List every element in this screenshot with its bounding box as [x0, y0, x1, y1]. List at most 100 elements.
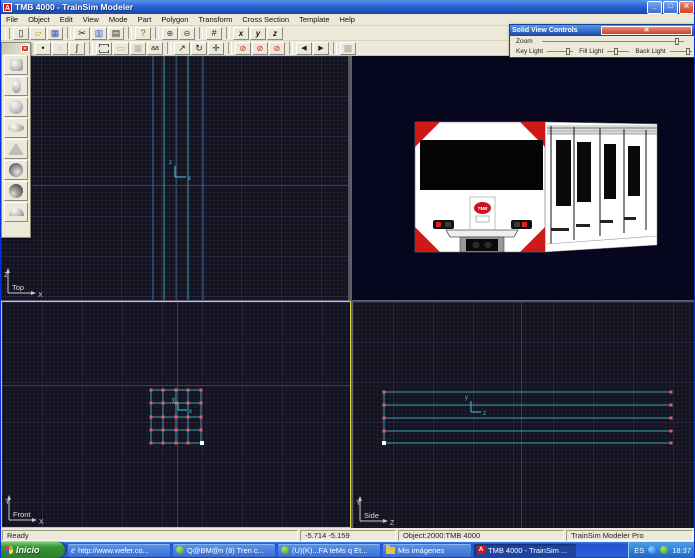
disc-tool-button[interactable]	[4, 118, 28, 138]
menu-help[interactable]: Help	[335, 15, 360, 24]
prev-part-button[interactable]: ◀	[296, 42, 312, 55]
zoom-in-icon: ⊕	[167, 28, 174, 39]
cylinder-icon	[12, 79, 21, 93]
help-button[interactable]: ?	[135, 27, 151, 40]
solid-view-controls-title-bar[interactable]: Solid View Controls ✕	[510, 25, 694, 36]
menu-template[interactable]: Template	[294, 15, 334, 24]
new-button[interactable]: ▯	[13, 27, 29, 40]
shape-palette: ✕	[1, 42, 31, 238]
axis-x-button[interactable]: x	[233, 27, 249, 40]
language-indicator[interactable]: ES	[634, 546, 644, 555]
point-tool-button[interactable]: •	[35, 42, 51, 55]
copy-button[interactable]: ▥	[91, 27, 107, 40]
fill-light-slider[interactable]	[607, 48, 629, 55]
viewport-area: z x Z Top X	[1, 56, 695, 528]
menu-edit[interactable]: Edit	[55, 15, 78, 24]
marquee-icon	[99, 44, 109, 53]
next-part-button[interactable]: ▶	[313, 42, 329, 55]
key-light-slider-thumb[interactable]	[566, 48, 570, 55]
paste-button[interactable]: ▤	[108, 27, 124, 40]
solid-view-controls-window: Solid View Controls ✕ Zoom Key Light Fil…	[509, 24, 695, 58]
messenger-icon	[281, 546, 289, 554]
toolbar-separator	[167, 42, 171, 54]
viewport-front[interactable]: y x Y Front	[1, 301, 351, 528]
geosphere-tool-button[interactable]	[4, 160, 28, 180]
save-button[interactable]: ▦	[47, 27, 63, 40]
marquee-select-button[interactable]	[96, 42, 112, 55]
cut-button[interactable]: ✂	[74, 27, 90, 40]
solid-view-controls-close-button[interactable]: ✕	[601, 26, 692, 35]
menu-file[interactable]: File	[1, 15, 23, 24]
back-light-slider[interactable]	[670, 48, 692, 55]
spline-tool-button[interactable]: ∫	[69, 42, 85, 55]
scale-tool-button[interactable]: ✛	[208, 42, 224, 55]
viewport-solid-3d[interactable]: TMB	[352, 56, 695, 300]
taskbar-item-trainsim[interactable]: A TMB 4000 - TrainSim ...	[474, 544, 576, 557]
measure-tool-button[interactable]: ▭	[113, 42, 129, 55]
zoom-slider-thumb[interactable]	[675, 38, 679, 45]
palette-title-bar[interactable]: ✕	[2, 43, 30, 54]
lock-z-button[interactable]: ⊘	[269, 42, 285, 55]
menu-view[interactable]: View	[78, 15, 104, 24]
fill-light-slider-label: Fill Light	[579, 48, 603, 55]
taskbar-item-label: http://www.wefer.co...	[78, 546, 149, 555]
axis-z-button[interactable]: z	[267, 27, 283, 40]
key-light-slider[interactable]	[547, 48, 573, 55]
menu-part[interactable]: Part	[133, 15, 157, 24]
menu-transform[interactable]: Transform	[193, 15, 237, 24]
taskbar-item-messenger-1[interactable]: Q@BM@n (8) Tren c...	[173, 544, 275, 557]
names-tool-button[interactable]: aa	[147, 42, 163, 55]
zoom-slider[interactable]	[542, 38, 684, 45]
axis-y-button[interactable]: y	[250, 27, 266, 40]
zoom-out-button[interactable]: ⊖	[179, 27, 195, 40]
open-button[interactable]: ▱	[30, 27, 46, 40]
menu-object[interactable]: Object	[23, 15, 55, 24]
selected-vertex	[200, 441, 204, 445]
palette-close-button[interactable]: ✕	[21, 45, 29, 52]
menu-cross-section[interactable]: Cross Section	[237, 15, 294, 24]
prev-arrow-icon: ◀	[301, 43, 306, 54]
windows-logo-icon	[5, 546, 13, 555]
cone-tool-button[interactable]	[4, 139, 28, 159]
svg-text:x: x	[188, 176, 191, 182]
start-button[interactable]: Inicio	[1, 542, 65, 558]
new-icon: ▯	[19, 28, 24, 39]
taskbar-item-my-pictures[interactable]: Mis imágenes	[383, 544, 471, 557]
lock-x-button[interactable]: ⊘	[235, 42, 251, 55]
back-light-slider-thumb[interactable]	[686, 48, 690, 55]
tray-messenger-icon[interactable]	[660, 546, 668, 554]
rotate-tool-button[interactable]: ↻	[191, 42, 207, 55]
zoom-in-button[interactable]: ⊕	[162, 27, 178, 40]
line-tool-button[interactable]: ↗	[174, 42, 190, 55]
taskbar-item-messenger-2[interactable]: (U)(K)...FA teMs q Et...	[278, 544, 380, 557]
dome-tool-button[interactable]	[4, 202, 28, 222]
taskbar-item-label: TMB 4000 - TrainSim ...	[488, 546, 567, 555]
fill-light-slider-thumb[interactable]	[614, 48, 618, 55]
maximize-button[interactable]: □	[663, 1, 678, 14]
weld-tool-button[interactable]: ▦	[130, 42, 146, 55]
textured-sphere-tool-button[interactable]	[4, 181, 28, 201]
minimize-button[interactable]: _	[647, 1, 662, 14]
svg-text:z: z	[483, 411, 486, 417]
box-tool-button[interactable]	[4, 55, 28, 75]
menu-mode[interactable]: Mode	[104, 15, 133, 24]
ellipse-tool-button[interactable]: ○	[52, 42, 68, 55]
hide-tool-button[interactable]: ▩	[340, 42, 356, 55]
sphere-tool-button[interactable]	[4, 97, 28, 117]
toolbar-separator	[226, 27, 230, 39]
viewport-top[interactable]: z x Z Top X	[1, 56, 350, 300]
close-button[interactable]: ✕	[679, 1, 694, 14]
taskbar-item-browser[interactable]: e http://www.wefer.co...	[68, 544, 170, 557]
taskbar-item-label: Q@BM@n (8) Tren c...	[187, 546, 264, 555]
svg-text:z: z	[169, 160, 172, 166]
grid-icon: #	[211, 28, 216, 39]
viewport-side[interactable]: y z Y Side	[353, 301, 695, 528]
lock-y-button[interactable]: ⊘	[252, 42, 268, 55]
cylinder-tool-button[interactable]	[4, 76, 28, 96]
tray-network-icon[interactable]	[648, 546, 656, 554]
clock[interactable]: 18:37	[672, 546, 691, 555]
toolbar-grip[interactable]	[5, 28, 10, 39]
menu-polygon[interactable]: Polygon	[156, 15, 193, 24]
grid-toggle-button[interactable]: #	[206, 27, 222, 40]
taskbar-item-label: Mis imágenes	[398, 546, 444, 555]
